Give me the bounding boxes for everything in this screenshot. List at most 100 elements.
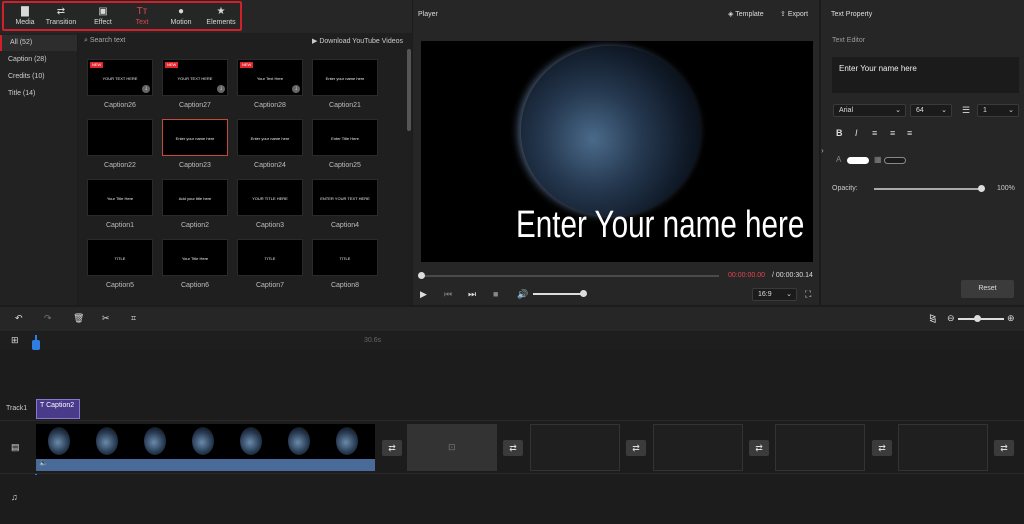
template-thumbnail[interactable]: TITLE xyxy=(312,239,378,276)
align-right-icon[interactable]: ≡ xyxy=(907,128,912,138)
transition-button[interactable]: ⇄ xyxy=(382,440,402,456)
template-thumbnail[interactable]: NEW Your Text Here ↓ xyxy=(237,59,303,96)
grid-scrollbar[interactable] xyxy=(407,49,411,131)
template-preview-text: ENTER YOUR TEXT HERE xyxy=(320,196,370,201)
search-icon: ⌕ xyxy=(84,37,88,44)
template-thumbnail[interactable]: Add your title here xyxy=(162,179,228,216)
tab-effect[interactable]: ▣ Effect xyxy=(86,6,120,30)
text-editor-label: Text Editor xyxy=(832,37,866,44)
template-button[interactable]: ◈ Template xyxy=(728,10,764,18)
media-slot[interactable] xyxy=(775,424,865,471)
fullscreen-icon[interactable]: ⛶ xyxy=(805,289,811,300)
undo-icon[interactable]: ↶ xyxy=(15,313,23,324)
category-caption[interactable]: Caption (28) xyxy=(0,52,77,68)
template-thumbnail[interactable]: Your Title Here xyxy=(87,179,153,216)
italic-icon[interactable]: I xyxy=(855,128,858,138)
background-color-swatch[interactable] xyxy=(884,157,906,164)
zoom-handle[interactable] xyxy=(974,315,981,322)
player-title: Player xyxy=(418,11,438,18)
add-track-icon[interactable]: ⊞ xyxy=(11,335,19,346)
text-clip[interactable]: T Caption2 xyxy=(36,399,80,419)
aspect-ratio-select[interactable]: 16:9 ⌄ xyxy=(752,288,797,301)
reset-button[interactable]: Reset xyxy=(961,280,1014,298)
text-color-swatch[interactable] xyxy=(847,157,869,164)
transition-button[interactable]: ⇄ xyxy=(749,440,769,456)
template-thumbnail[interactable]: Enter your name here xyxy=(162,119,228,156)
motion-icon: ● xyxy=(177,6,185,17)
opacity-handle[interactable] xyxy=(978,185,985,192)
zoom-out-icon[interactable]: ⊖ xyxy=(947,313,955,324)
template-thumbnail[interactable]: TITLE xyxy=(87,239,153,276)
template-thumbnail[interactable]: TITLE xyxy=(237,239,303,276)
template-thumbnail[interactable]: ENTER YOUR TEXT HERE xyxy=(312,179,378,216)
tab-motion[interactable]: ● Motion xyxy=(164,6,198,30)
new-badge: NEW xyxy=(90,62,104,68)
download-icon[interactable]: ↓ xyxy=(217,85,225,93)
opacity-slider[interactable] xyxy=(874,188,982,190)
category-credits[interactable]: Credits (10) xyxy=(0,69,77,85)
volume-handle[interactable] xyxy=(580,290,587,297)
template-preview-text: Your Title Here xyxy=(181,256,209,261)
collapse-panel-icon[interactable]: › xyxy=(821,146,824,155)
media-slot[interactable]: ⊡ xyxy=(407,424,497,471)
video-preview[interactable]: Enter Your name here xyxy=(421,41,813,262)
tab-elements[interactable]: ★ Elements xyxy=(204,6,238,30)
media-slot[interactable] xyxy=(653,424,743,471)
tab-media[interactable]: ▇ Media xyxy=(8,6,42,30)
timeline-ruler[interactable]: ⊞ 30.6s xyxy=(0,332,1024,350)
template-thumbnail[interactable]: Enter your name here xyxy=(312,59,378,96)
search-box[interactable]: ⌕ Search text xyxy=(84,37,125,45)
template-thumbnail[interactable]: Enter your name here xyxy=(237,119,303,156)
template-thumbnail[interactable]: NEW YOUR TEXT HERE ↓ xyxy=(87,59,153,96)
category-title[interactable]: Title (14) xyxy=(0,86,77,102)
search-input[interactable]: Search text xyxy=(90,37,125,44)
next-frame-icon[interactable]: ⏭ xyxy=(468,289,476,300)
snap-icon[interactable]: ⧎ xyxy=(929,313,937,324)
volume-icon[interactable]: 🔊 xyxy=(517,289,528,300)
media-slot[interactable] xyxy=(530,424,620,471)
export-button[interactable]: ⇪ Export xyxy=(780,10,808,18)
swap-icon: ⇄ xyxy=(632,443,640,453)
prev-frame-icon[interactable]: ⏮ xyxy=(444,289,452,300)
line-spacing-select[interactable]: 1 ⌄ xyxy=(977,104,1019,117)
transition-button[interactable]: ⇄ xyxy=(872,440,892,456)
download-icon[interactable]: ↓ xyxy=(142,85,150,93)
template-thumbnail[interactable] xyxy=(87,119,153,156)
template-thumbnail[interactable]: Enter Title Here xyxy=(312,119,378,156)
zoom-slider[interactable] xyxy=(958,318,1004,320)
media-slot[interactable] xyxy=(898,424,988,471)
align-left-icon[interactable]: ≡ xyxy=(872,128,877,138)
tab-transition[interactable]: ⇄ Transition xyxy=(44,6,78,30)
align-center-icon[interactable]: ≡ xyxy=(890,128,895,138)
seek-handle[interactable] xyxy=(418,272,425,279)
play-icon[interactable]: ▶ xyxy=(420,289,427,300)
transition-button[interactable]: ⇄ xyxy=(503,440,523,456)
playhead-handle[interactable] xyxy=(32,340,40,350)
font-family-select[interactable]: Arial ⌄ xyxy=(833,104,906,117)
chevron-down-icon: ⌄ xyxy=(941,107,947,114)
seek-bar[interactable] xyxy=(421,275,719,277)
earth-image xyxy=(521,46,701,216)
volume-slider[interactable] xyxy=(533,293,583,295)
template-thumbnail[interactable]: YOUR TITLE HERE xyxy=(237,179,303,216)
bold-icon[interactable]: B xyxy=(836,128,843,138)
transition-button[interactable]: ⇄ xyxy=(994,440,1014,456)
zoom-in-icon[interactable]: ⊕ xyxy=(1007,313,1015,324)
template-thumbnail[interactable]: Your Title Here xyxy=(162,239,228,276)
crop-icon[interactable]: ⌗ xyxy=(131,313,136,324)
font-size-select[interactable]: 64 ⌄ xyxy=(910,104,952,117)
cut-icon[interactable]: ✂ xyxy=(102,313,110,324)
delete-icon[interactable]: 🗑 xyxy=(73,313,84,324)
stop-icon[interactable]: ■ xyxy=(493,289,498,299)
text-editor-field[interactable]: Enter Your name here xyxy=(832,57,1019,93)
redo-icon[interactable]: ↷ xyxy=(44,313,52,324)
download-youtube-button[interactable]: ▶ Download YouTube Videos xyxy=(312,37,403,45)
overlay-text[interactable]: Enter Your name here xyxy=(516,204,804,247)
video-clip[interactable]: 🔈 xyxy=(36,424,375,471)
text-template-grid: ⌕ Search text ▶ Download YouTube Videos … xyxy=(78,33,412,305)
template-thumbnail[interactable]: NEW YOUR TEXT HERE ↓ xyxy=(162,59,228,96)
download-icon[interactable]: ↓ xyxy=(292,85,300,93)
tab-text[interactable]: Tт Text xyxy=(125,6,159,30)
category-all[interactable]: All (52) xyxy=(0,35,77,51)
transition-button[interactable]: ⇄ xyxy=(626,440,646,456)
